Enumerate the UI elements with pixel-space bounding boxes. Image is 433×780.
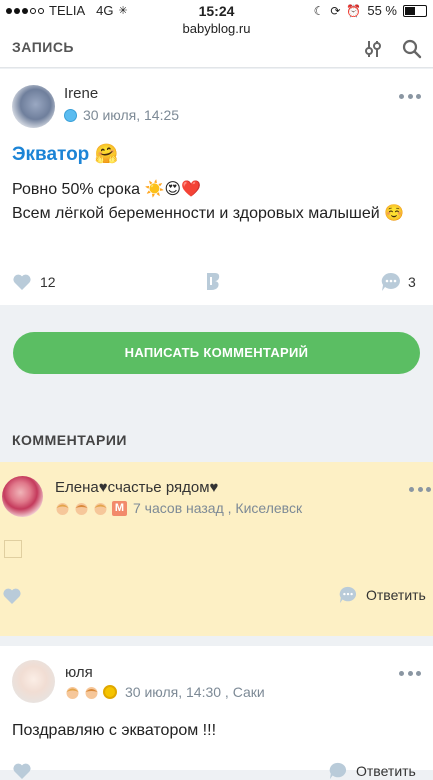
- filter-icon[interactable]: [363, 39, 383, 59]
- post-body-line: Всем лёгкой беременности и здоровых малы…: [12, 205, 405, 222]
- post-meta: 30 июля, 14:25: [64, 107, 179, 123]
- commenter-name[interactable]: Елена♥счастье рядом♥: [55, 479, 218, 496]
- comments-heading: КОММЕНТАРИИ: [12, 432, 127, 448]
- rotation-lock-icon: ⟳: [330, 3, 341, 18]
- reply-button[interactable]: Ответить: [328, 762, 416, 780]
- post-body: Ровно 50% срока ☀️😍❤️ Всем лёгкой береме…: [12, 178, 404, 226]
- post-title[interactable]: Экватор 🤗: [12, 142, 118, 166]
- alarm-icon: ⏰: [346, 3, 362, 18]
- comment-text: Поздравляю с экватором !!!: [12, 722, 217, 739]
- comments-count: 3: [408, 274, 416, 290]
- commenter-avatar[interactable]: [12, 660, 55, 703]
- comment-item: юля 30 июля, 14:30 , Саки Поздравляю с э…: [0, 646, 433, 780]
- top-nav: ЗАПИСЬ: [0, 37, 433, 68]
- reply-label: Ответить: [356, 763, 416, 779]
- status-bar: TELIA 4G ✳ 15:24 ☾ ⟳ ⏰ 55 %: [0, 0, 433, 22]
- babyblog-share-icon[interactable]: [203, 271, 223, 291]
- coin-badge-icon: [103, 685, 117, 699]
- comment-meta: 30 июля, 14:30 , Саки: [65, 684, 265, 700]
- post-actions: 12 3: [0, 269, 433, 295]
- heart-icon[interactable]: [2, 587, 22, 605]
- child-badge-icon: [84, 685, 99, 700]
- comment-item: Елена♥счастье рядом♥ М 7 часов назад , К…: [0, 462, 433, 636]
- page-title: ЗАПИСЬ: [12, 39, 74, 55]
- post-date: 30 июля, 14:25: [83, 107, 180, 123]
- commenter-name[interactable]: юля: [65, 664, 93, 681]
- write-comment-button[interactable]: НАПИСАТЬ КОММЕНТАРИЙ: [13, 332, 420, 374]
- reply-button[interactable]: Ответить: [338, 586, 426, 604]
- child-badge-icon: [74, 501, 89, 516]
- author-avatar[interactable]: [12, 85, 55, 128]
- search-icon[interactable]: [401, 38, 423, 60]
- child-badge-icon: [65, 685, 80, 700]
- comment-icon: [339, 586, 357, 604]
- more-options-icon[interactable]: [409, 487, 431, 493]
- post-body-line: Ровно 50% срока ☀️😍❤️: [12, 181, 202, 198]
- post-card: Irene 30 июля, 14:25 Экватор 🤗 Ровно 50%…: [0, 69, 433, 305]
- moon-icon: ☾: [313, 3, 325, 18]
- reply-label: Ответить: [366, 587, 426, 603]
- likes-count: 12: [40, 274, 56, 290]
- attachment-placeholder: [4, 540, 22, 558]
- commenter-avatar[interactable]: [2, 476, 43, 517]
- comment-icon: [329, 762, 347, 780]
- child-badge-icon: [93, 501, 108, 516]
- public-globe-icon: [64, 108, 77, 122]
- more-options-icon[interactable]: [399, 94, 421, 100]
- status-right: ☾ ⟳ ⏰ 55 %: [314, 3, 427, 18]
- heart-icon[interactable]: [12, 762, 32, 780]
- comment-time-location: 7 часов назад , Киселевск: [133, 500, 303, 516]
- heart-icon[interactable]: [12, 273, 32, 291]
- post-author[interactable]: Irene: [64, 85, 98, 102]
- mother-badge: М: [112, 500, 127, 516]
- battery-percent: 55 %: [367, 3, 397, 18]
- comment-icon[interactable]: [380, 272, 402, 292]
- more-options-icon[interactable]: [399, 671, 421, 677]
- comment-time-location: 30 июля, 14:30 , Саки: [125, 684, 265, 700]
- comment-meta: М 7 часов назад , Киселевск: [55, 500, 302, 516]
- url-label[interactable]: babyblog.ru: [0, 21, 433, 37]
- child-badge-icon: [55, 501, 70, 516]
- battery-icon: [403, 4, 427, 17]
